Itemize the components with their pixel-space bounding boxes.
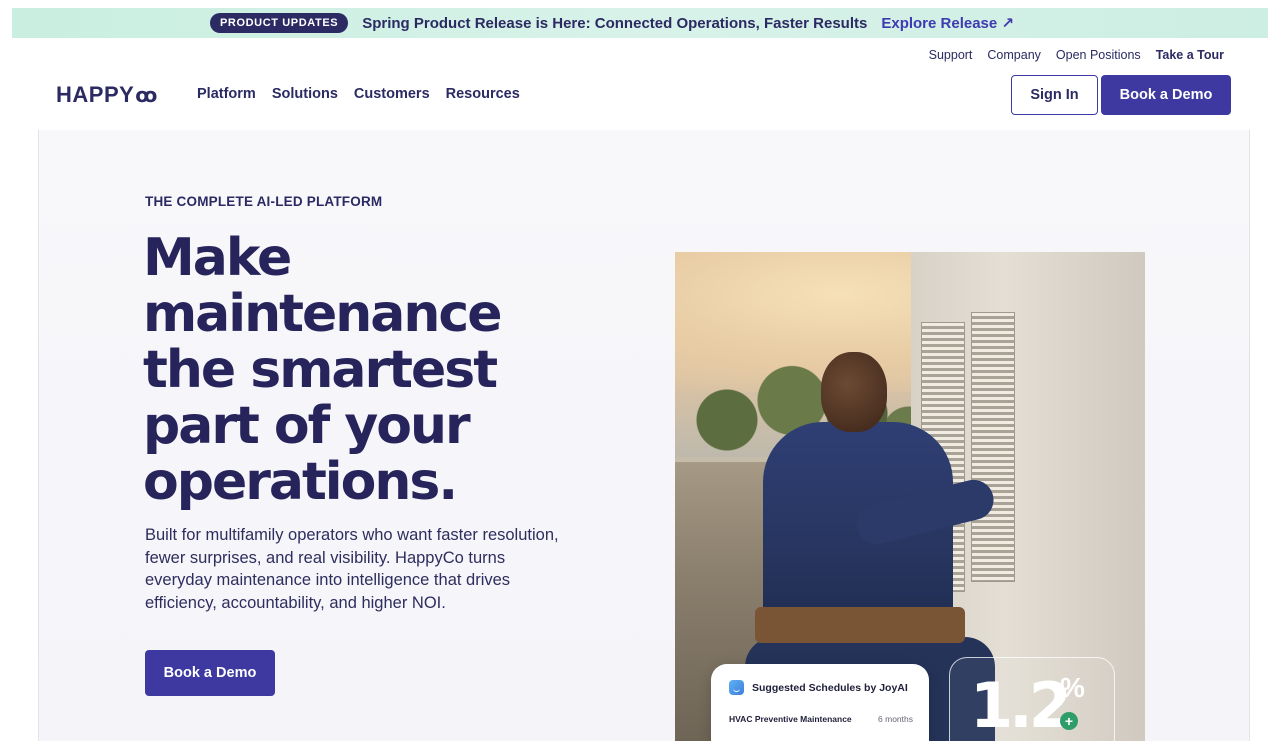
- nav-solutions[interactable]: Solutions: [272, 86, 338, 102]
- nav-customers[interactable]: Customers: [354, 86, 430, 102]
- announcement-banner: PRODUCT UPDATES Spring Product Release i…: [12, 8, 1268, 38]
- nav-resources[interactable]: Resources: [446, 86, 520, 102]
- logo-co-mark: ꝏ: [135, 84, 158, 107]
- hero-title-line-5: operations.: [143, 452, 458, 512]
- product-updates-badge: PRODUCT UPDATES: [210, 13, 349, 33]
- utility-nav: Support Company Open Positions Take a To…: [929, 48, 1224, 62]
- plus-icon: +: [1060, 712, 1078, 730]
- joyai-icon: [729, 680, 744, 695]
- hero-subtitle: Built for multifamily operators who want…: [145, 526, 559, 612]
- util-nav-open-positions[interactable]: Open Positions: [1056, 48, 1141, 62]
- schedule-card-header: Suggested Schedules by JoyAI: [729, 680, 908, 695]
- hero-title: Make maintenance the smartest part of yo…: [143, 230, 543, 510]
- schedule-card-title: Suggested Schedules by JoyAI: [752, 681, 908, 694]
- util-nav-support[interactable]: Support: [929, 48, 973, 62]
- technician-head: [821, 352, 887, 432]
- suggested-schedules-card: Suggested Schedules by JoyAI HVAC Preven…: [711, 664, 929, 741]
- hero-title-line-2: maintenance: [143, 284, 502, 344]
- nav-platform[interactable]: Platform: [197, 86, 256, 102]
- book-demo-hero-button[interactable]: Book a Demo: [145, 650, 275, 696]
- stat-value: 1.2: [970, 669, 1072, 741]
- technician-tool-belt: [755, 607, 965, 643]
- book-demo-header-button[interactable]: Book a Demo: [1101, 75, 1231, 115]
- schedule-row-duration: 6 months: [878, 714, 913, 724]
- hero-title-line-3: the smartest: [143, 340, 498, 400]
- stat-card: 1.2 % +: [949, 657, 1115, 741]
- hero-eyebrow: THE COMPLETE AI-LED PLATFORM: [145, 194, 383, 209]
- schedule-row: HVAC Preventive Maintenance 6 months: [729, 714, 913, 724]
- take-a-tour-link[interactable]: Take a Tour: [1156, 48, 1224, 62]
- announcement-headline[interactable]: Spring Product Release is Here: Connecte…: [362, 15, 867, 32]
- sign-in-button[interactable]: Sign In: [1011, 75, 1098, 115]
- hero-title-line-1: Make: [143, 228, 292, 288]
- hero-title-line-4: part of your: [143, 396, 471, 456]
- happyco-logo[interactable]: HAPPY ꝏ: [56, 82, 158, 108]
- explore-release-link[interactable]: Explore Release ↗: [881, 14, 1014, 32]
- util-nav-company[interactable]: Company: [987, 48, 1041, 62]
- schedule-row-name: HVAC Preventive Maintenance: [729, 714, 852, 724]
- site-header: Support Company Open Positions Take a To…: [0, 38, 1268, 130]
- stat-unit: %: [1060, 672, 1085, 703]
- hero-section: THE COMPLETE AI-LED PLATFORM Make mainte…: [38, 130, 1250, 741]
- main-nav: Platform Solutions Customers Resources: [197, 86, 520, 102]
- logo-wordmark: HAPPY: [56, 82, 135, 107]
